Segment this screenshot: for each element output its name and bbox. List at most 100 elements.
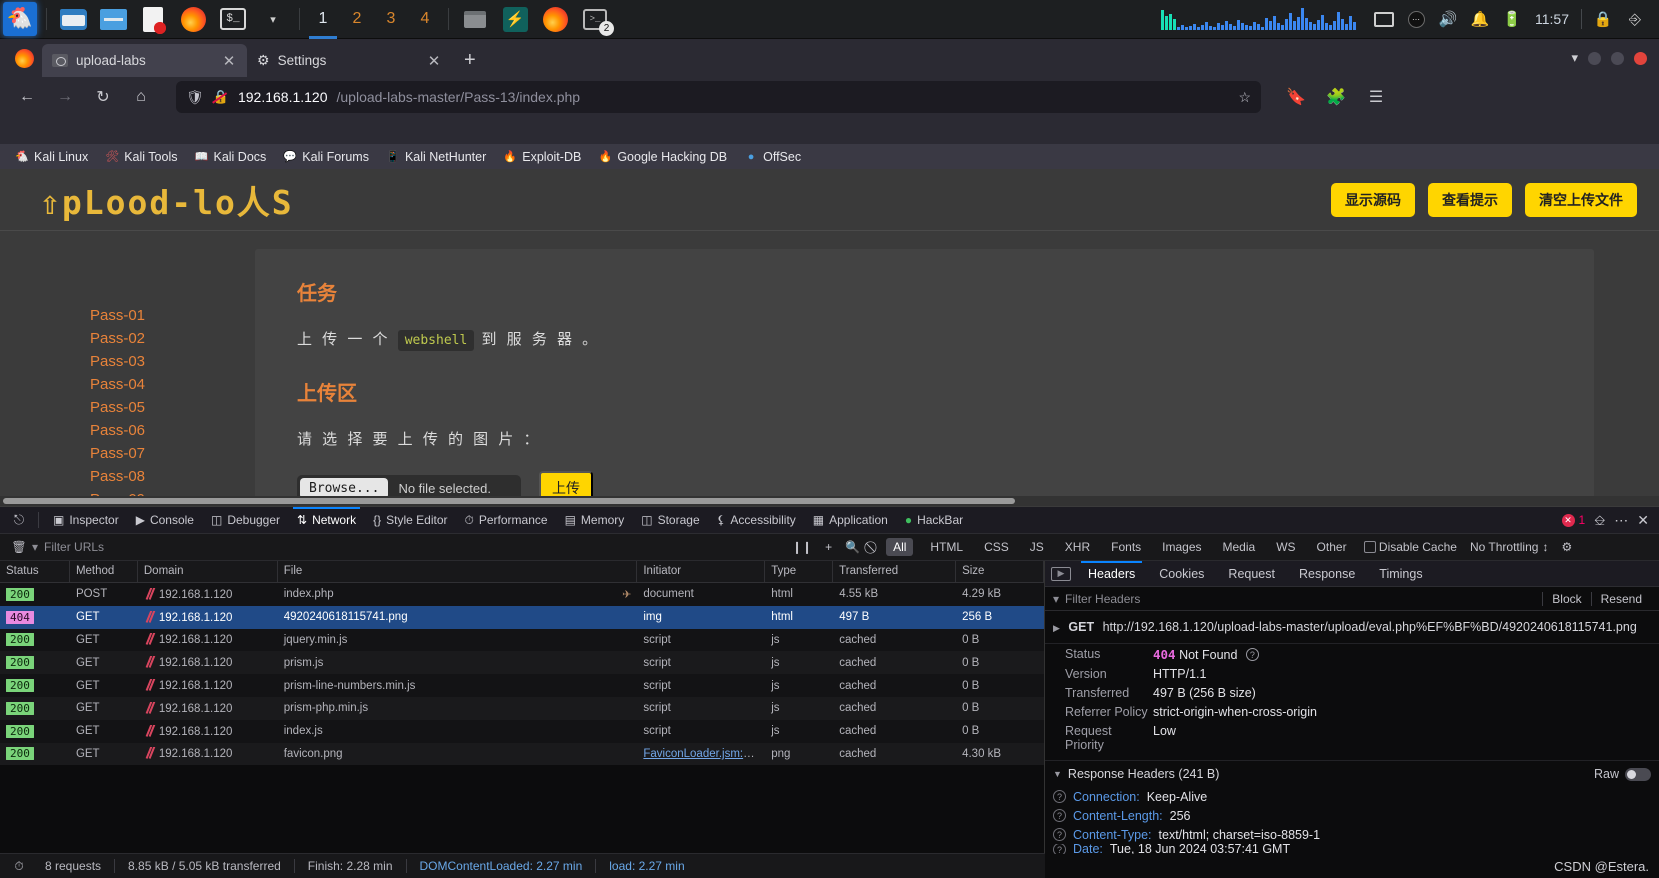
col-status[interactable]: Status bbox=[0, 561, 70, 582]
table-row[interactable]: 200 GET 192.168.1.120 prism-php.min.js s… bbox=[0, 696, 1044, 720]
element-picker-icon[interactable]: ⎋ bbox=[6, 512, 32, 528]
bookmark-google-hacking-db[interactable]: 🔥 Google Hacking DB bbox=[591, 148, 734, 166]
filter-urls-input[interactable]: ▾ Filter URLs bbox=[32, 540, 792, 554]
filter-headers-input[interactable]: ▾ Filter Headers Block Resend bbox=[1045, 587, 1659, 611]
error-count-badge[interactable]: ✕ 1 bbox=[1561, 513, 1585, 527]
hamburger-menu-icon[interactable]: ☰ bbox=[1359, 81, 1393, 113]
tab-inspector[interactable]: ▣ Inspector bbox=[45, 508, 127, 532]
col-transferred[interactable]: Transferred bbox=[833, 561, 957, 582]
kali-menu-button[interactable]: 🐔 bbox=[0, 0, 40, 39]
filter-media[interactable]: Media bbox=[1219, 538, 1260, 556]
cpu-graph-icon[interactable] bbox=[1161, 8, 1356, 30]
minimize-button[interactable] bbox=[1588, 51, 1601, 65]
filter-html[interactable]: HTML bbox=[926, 538, 967, 556]
pass-link-08[interactable]: Pass-08 bbox=[90, 468, 255, 485]
block-button[interactable]: Block bbox=[1542, 591, 1590, 606]
workspace-2[interactable]: 2 bbox=[340, 0, 374, 39]
table-row[interactable]: 200 GET 192.168.1.120 index.js script js… bbox=[0, 719, 1044, 743]
terminal-dropdown-launcher[interactable]: $_ bbox=[213, 0, 253, 39]
clear-uploads-button[interactable]: 清空上传文件 bbox=[1525, 182, 1637, 217]
col-initiator[interactable]: Initiator bbox=[637, 561, 766, 582]
url-bar[interactable]: 🛡 🔒 192.168.1.120/upload-labs-master/Pas… bbox=[176, 81, 1261, 113]
table-row[interactable]: 200 POST 192.168.1.120 index.php ✈ docume… bbox=[0, 583, 1044, 606]
tab-upload-labs[interactable]: upload-labs ✕ bbox=[42, 44, 247, 77]
col-domain[interactable]: Domain bbox=[138, 561, 278, 582]
filter-js[interactable]: JS bbox=[1026, 538, 1048, 556]
col-type[interactable]: Type bbox=[765, 561, 834, 582]
bookmark-kali-linux[interactable]: 🐔 Kali Linux bbox=[8, 148, 95, 166]
extensions-icon[interactable]: 🧩 bbox=[1319, 81, 1353, 113]
detail-tab-response[interactable]: Response bbox=[1288, 562, 1366, 586]
tab-hackbar[interactable]: ● HackBar bbox=[897, 508, 971, 532]
request-url-row[interactable]: ▶ GET http://192.168.1.120/upload-labs-m… bbox=[1045, 611, 1659, 644]
filter-fonts[interactable]: Fonts bbox=[1107, 538, 1145, 556]
filter-ws[interactable]: WS bbox=[1272, 538, 1299, 556]
network-tray-icon[interactable] bbox=[1368, 0, 1400, 39]
tab-memory[interactable]: ▤ Memory bbox=[557, 508, 633, 532]
add-icon[interactable]: + bbox=[825, 540, 832, 554]
response-headers-section-header[interactable]: ▼ Response Headers (241 B) Raw bbox=[1045, 760, 1659, 787]
table-row[interactable]: 200 GET 192.168.1.120 prism-line-numbers… bbox=[0, 674, 1044, 697]
bookmark-offsec[interactable]: ● OffSec bbox=[737, 148, 808, 166]
tab-debugger[interactable]: ◫ Debugger bbox=[203, 508, 288, 532]
table-row[interactable]: 200 GET 192.168.1.120 jquery.min.js scri… bbox=[0, 628, 1044, 652]
pass-link-06[interactable]: Pass-06 bbox=[90, 422, 255, 439]
filter-all[interactable]: All bbox=[886, 538, 914, 556]
close-icon[interactable]: ✕ bbox=[221, 52, 237, 70]
home-button[interactable]: ⌂ bbox=[124, 81, 158, 113]
filter-other[interactable]: Other bbox=[1313, 538, 1351, 556]
window-task-firefox[interactable] bbox=[535, 0, 575, 39]
window-task-generic[interactable] bbox=[455, 0, 495, 39]
expand-panel-icon[interactable]: ▶ bbox=[1051, 566, 1071, 581]
firefox-launcher[interactable] bbox=[173, 0, 213, 39]
detail-tab-timings[interactable]: Timings bbox=[1368, 562, 1433, 586]
window-task-flash[interactable]: ⚡ bbox=[495, 0, 535, 39]
maximize-button[interactable] bbox=[1611, 51, 1624, 65]
insecure-lock-icon[interactable]: 🔒 bbox=[213, 89, 229, 105]
detail-tab-headers[interactable]: Headers bbox=[1077, 560, 1146, 586]
pass-link-01[interactable]: Pass-01 bbox=[90, 307, 255, 324]
lock-screen-icon[interactable]: 🔒 bbox=[1587, 0, 1619, 39]
workspace-4[interactable]: 4 bbox=[408, 0, 442, 39]
table-row[interactable]: 200 GET 192.168.1.120 favicon.png Favico… bbox=[0, 742, 1044, 766]
network-settings-icon[interactable]: ⚙ bbox=[1561, 540, 1572, 554]
tab-console[interactable]: ▶ Console bbox=[128, 508, 202, 532]
pause-icon[interactable]: ❙❙ bbox=[792, 540, 812, 554]
text-editor-launcher[interactable] bbox=[133, 0, 173, 39]
info-icon[interactable]: ⏱ bbox=[6, 859, 32, 874]
new-tab-button[interactable]: + bbox=[452, 44, 488, 77]
detail-tab-request[interactable]: Request bbox=[1217, 562, 1286, 586]
view-hint-button[interactable]: 查看提示 bbox=[1428, 182, 1512, 217]
workspace-1[interactable]: 1 bbox=[306, 0, 340, 39]
help-icon[interactable]: ? bbox=[1053, 828, 1066, 841]
tab-application[interactable]: ▦ Application bbox=[805, 508, 896, 532]
bluetooth-tray-icon[interactable]: ⋯ bbox=[1400, 0, 1432, 39]
help-icon[interactable]: ? bbox=[1053, 790, 1066, 803]
tab-settings[interactable]: ⚙ Settings ✕ bbox=[247, 44, 452, 77]
detail-tab-cookies[interactable]: Cookies bbox=[1148, 562, 1215, 586]
raw-toggle[interactable]: Raw bbox=[1594, 767, 1651, 781]
resend-button[interactable]: Resend bbox=[1590, 591, 1651, 606]
throttling-select[interactable]: No Throttling ↕ bbox=[1470, 540, 1548, 554]
show-source-button[interactable]: 显示源码 bbox=[1331, 182, 1415, 217]
shield-icon[interactable]: 🛡 bbox=[186, 89, 204, 106]
bookmark-kali-tools[interactable]: 🛠 Kali Tools bbox=[98, 148, 184, 166]
help-icon[interactable]: ? bbox=[1053, 809, 1066, 822]
volume-tray-icon[interactable]: 🔊 bbox=[1432, 0, 1464, 39]
filter-css[interactable]: CSS bbox=[980, 538, 1013, 556]
pass-link-05[interactable]: Pass-05 bbox=[90, 399, 255, 416]
col-size[interactable]: Size bbox=[956, 561, 1044, 582]
workspace-3[interactable]: 3 bbox=[374, 0, 408, 39]
search-icon[interactable]: 🔍 bbox=[845, 540, 860, 554]
table-row[interactable]: 404 GET 192.168.1.120 4920240618115741.p… bbox=[0, 605, 1044, 629]
help-icon[interactable]: ? bbox=[1053, 844, 1066, 854]
file-manager-launcher[interactable] bbox=[93, 0, 133, 39]
chevron-down-icon[interactable]: ▾ bbox=[1571, 50, 1578, 66]
terminal-launcher[interactable] bbox=[53, 0, 93, 39]
bookmark-kali-forums[interactable]: 💬 Kali Forums bbox=[276, 148, 376, 166]
tab-style-editor[interactable]: {} Style Editor bbox=[365, 508, 455, 532]
tab-network[interactable]: ⇅ Network bbox=[289, 507, 364, 532]
bookmark-star-icon[interactable]: ☆ bbox=[1238, 89, 1251, 106]
pass-link-04[interactable]: Pass-04 bbox=[90, 376, 255, 393]
tab-storage[interactable]: ◫ Storage bbox=[633, 508, 707, 532]
